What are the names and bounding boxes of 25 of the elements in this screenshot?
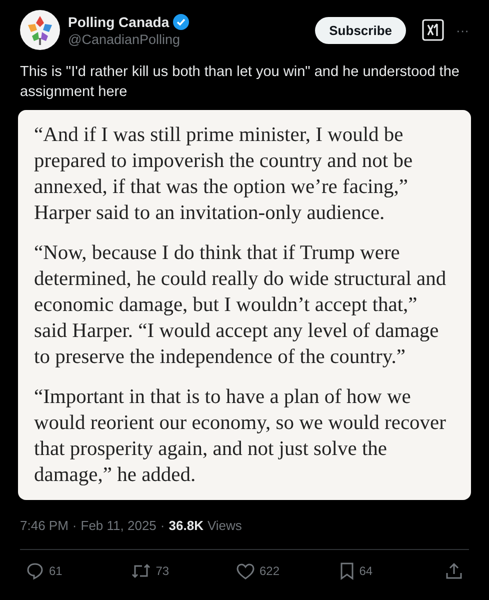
action-count: 73: [156, 564, 170, 578]
author-name[interactable]: Polling Canada: [68, 14, 170, 30]
share-icon[interactable]: [445, 562, 463, 580]
tweet-text: This is "I'd rather kill us both than let you win" and he understood the assignment here: [20, 63, 460, 102]
reply-icon[interactable]: [26, 562, 44, 580]
views-count: 36.8K: [168, 518, 204, 533]
post-time[interactable]: 7:46 PM: [20, 518, 68, 533]
separator-dot: ·: [72, 518, 77, 533]
repost-icon[interactable]: [130, 562, 151, 580]
action-count: 622: [260, 564, 280, 578]
subscribe-button[interactable]: Subscribe: [315, 16, 406, 44]
logo-icon[interactable]: [20, 10, 60, 50]
separator-dot: ·: [160, 518, 165, 533]
quote-image[interactable]: [18, 110, 471, 500]
post-date[interactable]: Feb 11, 2025: [80, 518, 156, 533]
quote-paragraph: “Now, because I do think that if Trump were determined, he could really do wide structural and economic damage, but I wouldn’t accept that,” said Harper. “I would accept any level of damage to preserve the independence of the country.”: [34, 241, 448, 370]
bookmark-icon[interactable]: [340, 562, 354, 580]
more-button[interactable]: ···: [456, 22, 469, 38]
quote-paragraph: “And if I was still prime minister, I would be prepared to impoverish the country and not be annexed, if that was the option we’re facing,” Harper said to an invitation-only audience.: [34, 123, 414, 226]
heart-icon[interactable]: [236, 562, 254, 580]
quote-paragraph: “Important in that is to have a plan of how we would reorient our economy, so we would recover that prosperity again, and not just solve the damage,” he added.: [34, 385, 447, 488]
views-label: Views: [207, 518, 242, 533]
action-count: 64: [359, 564, 373, 578]
action-count: 61: [49, 564, 62, 578]
author-handle[interactable]: @CanadianPolling: [68, 32, 308, 46]
